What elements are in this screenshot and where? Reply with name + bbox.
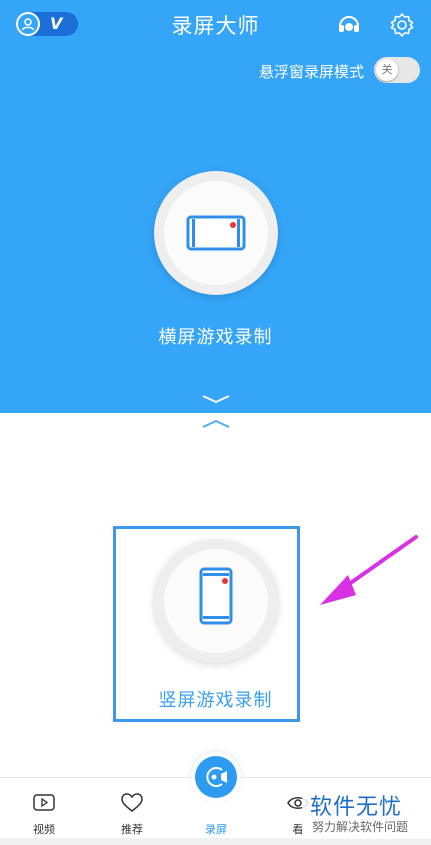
- annotation-arrow-icon: [320, 535, 418, 605]
- nav-bottom-strip: [0, 838, 431, 845]
- landscape-record-label[interactable]: 横屏游戏录制: [0, 323, 431, 349]
- nav-tab-recommend[interactable]: 推荐: [102, 778, 162, 838]
- video-icon: [33, 794, 55, 811]
- float-window-mode-label: 悬浮窗录屏模式: [258, 63, 364, 81]
- float-window-toggle[interactable]: 关: [374, 57, 420, 83]
- watermark-title: 软件无忧: [310, 795, 403, 820]
- top-panel-landscape[interactable]: V 录屏大师 悬浮窗录屏模式 关 横屏游戏录制: [0, 0, 431, 413]
- watermark: 软件无忧 努力解决软件问题: [302, 783, 431, 839]
- heart-icon: [121, 793, 143, 812]
- chevron-up-icon[interactable]: [201, 418, 231, 430]
- toggle-knob: 关: [376, 59, 398, 81]
- record-camera-button[interactable]: [195, 756, 237, 798]
- settings-gear-icon[interactable]: [389, 12, 415, 42]
- highlight-box: [113, 526, 300, 722]
- watermark-subtitle: 努力解决软件问题: [312, 820, 409, 834]
- app-title: 录屏大师: [171, 14, 260, 38]
- record-camera-icon: [206, 767, 227, 787]
- nav-tab-video[interactable]: 视频: [14, 778, 74, 838]
- nav-record-label: 录屏: [205, 823, 227, 836]
- headset-support-icon[interactable]: [336, 12, 362, 42]
- record-fab[interactable]: [191, 752, 241, 802]
- landscape-record-button[interactable]: [154, 171, 278, 295]
- landscape-phone-icon: [186, 215, 246, 251]
- nav-video-label: 视频: [33, 823, 55, 836]
- chevron-down-icon[interactable]: [201, 393, 231, 405]
- nav-recommend-label: 推荐: [121, 823, 143, 836]
